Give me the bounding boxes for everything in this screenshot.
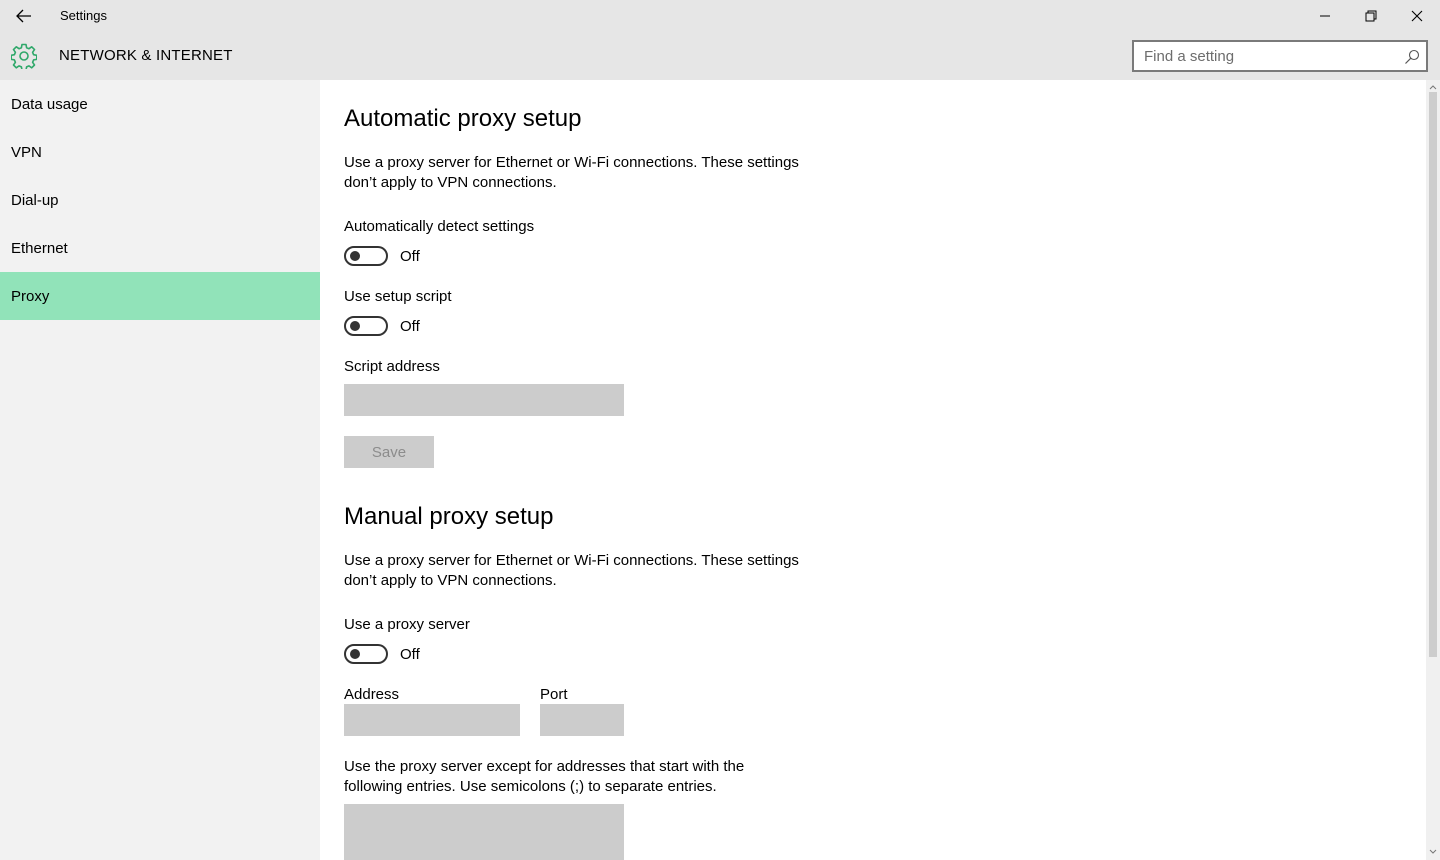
script-address-label: Script address [344, 358, 440, 375]
arrow-left-icon [16, 9, 31, 23]
sidebar-item-label: Ethernet [11, 239, 68, 257]
port-label: Port [540, 686, 568, 703]
setup-script-label: Use setup script [344, 288, 452, 305]
save-button[interactable]: Save [344, 436, 434, 468]
toggle-knob [350, 251, 360, 261]
sidebar-item-dial-up[interactable]: Dial-up [0, 176, 320, 224]
proxy-content: Automatic proxy setup Use a proxy server… [320, 80, 1426, 860]
scroll-down-arrow[interactable] [1428, 847, 1438, 857]
description-line: following entries. Use semicolons (;) to… [344, 778, 717, 795]
section-title: NETWORK & INTERNET [59, 47, 233, 64]
detect-settings-state: Off [400, 248, 420, 265]
chevron-down-icon [1429, 849, 1437, 854]
close-button[interactable] [1394, 0, 1440, 32]
window-title: Settings [60, 8, 107, 23]
description-line: Use a proxy server for Ethernet or Wi-Fi… [344, 552, 799, 569]
scroll-thumb[interactable] [1429, 92, 1437, 657]
minimize-button[interactable] [1302, 0, 1348, 32]
search-input[interactable] [1144, 47, 1394, 65]
setup-script-state: Off [400, 318, 420, 335]
automatic-proxy-heading: Automatic proxy setup [344, 105, 582, 132]
manual-proxy-heading: Manual proxy setup [344, 503, 554, 530]
description-line: Use the proxy server except for addresse… [344, 758, 745, 775]
sidebar-item-data-usage[interactable]: Data usage [0, 80, 320, 128]
detect-settings-label: Automatically detect settings [344, 218, 535, 235]
description-line: don’t apply to VPN connections. [344, 572, 557, 589]
sidebar-item-label: Dial-up [11, 191, 59, 209]
address-label: Address [344, 686, 400, 703]
restore-icon [1365, 10, 1377, 22]
use-proxy-label: Use a proxy server [344, 616, 470, 633]
automatic-proxy-description: Use a proxy server for Ethernet or Wi-Fi… [344, 153, 814, 193]
settings-header: NETWORK & INTERNET [0, 32, 1440, 80]
manual-proxy-description: Use a proxy server for Ethernet or Wi-Fi… [344, 551, 814, 591]
back-button[interactable] [0, 0, 48, 32]
port-input[interactable] [540, 704, 624, 736]
sidebar-item-label: Proxy [11, 287, 50, 305]
sidebar: Data usage VPN Dial-up Ethernet Proxy [0, 80, 320, 860]
sidebar-item-label: Data usage [11, 95, 88, 113]
exceptions-input[interactable] [344, 804, 624, 860]
content-scrollbar[interactable] [1426, 80, 1440, 860]
sidebar-item-proxy[interactable]: Proxy [0, 272, 320, 320]
restore-button[interactable] [1348, 0, 1394, 32]
detect-settings-toggle[interactable] [344, 246, 388, 266]
script-address-input[interactable] [344, 384, 624, 416]
sidebar-item-vpn[interactable]: VPN [0, 128, 320, 176]
description-line: Use a proxy server for Ethernet or Wi-Fi… [344, 154, 799, 171]
use-proxy-toggle[interactable] [344, 644, 388, 664]
sidebar-item-label: VPN [11, 143, 42, 161]
search-box[interactable] [1132, 40, 1428, 72]
description-line: don’t apply to VPN connections. [344, 174, 557, 191]
toggle-knob [350, 321, 360, 331]
chevron-up-icon [1429, 85, 1437, 90]
minimize-icon [1320, 15, 1330, 17]
search-icon[interactable] [1404, 49, 1420, 65]
toggle-knob [350, 649, 360, 659]
scroll-up-arrow[interactable] [1428, 82, 1438, 92]
exceptions-description: Use the proxy server except for addresse… [344, 757, 814, 797]
use-proxy-state: Off [400, 646, 420, 663]
close-icon [1411, 10, 1423, 22]
sidebar-item-ethernet[interactable]: Ethernet [0, 224, 320, 272]
gear-icon [11, 43, 37, 69]
address-input[interactable] [344, 704, 520, 736]
title-bar: Settings [0, 0, 1440, 32]
setup-script-toggle[interactable] [344, 316, 388, 336]
